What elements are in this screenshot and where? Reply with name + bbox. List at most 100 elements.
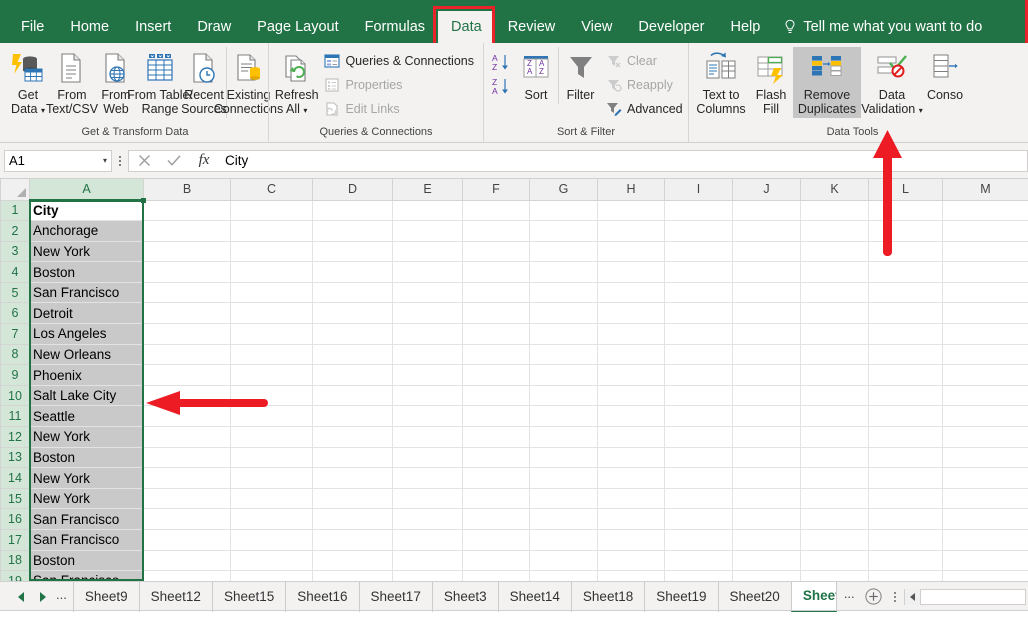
row-header-11[interactable]: 11 xyxy=(0,405,30,428)
cell-c14[interactable] xyxy=(230,467,313,489)
ribbon-tab-insert[interactable]: Insert xyxy=(122,11,184,43)
cell-b19[interactable] xyxy=(143,570,231,581)
cell-k7[interactable] xyxy=(800,323,869,345)
cell-j4[interactable] xyxy=(732,261,801,283)
cell-g15[interactable] xyxy=(529,487,598,510)
cell-a6[interactable]: Detroit xyxy=(29,302,144,325)
advanced-filter-button[interactable]: Advanced xyxy=(602,98,688,120)
cell-j18[interactable] xyxy=(732,549,801,572)
insert-function-fx-icon[interactable]: fx xyxy=(189,150,219,172)
remove-duplicates-button[interactable]: Remove Duplicates xyxy=(793,47,861,118)
cell-d9[interactable] xyxy=(312,364,393,386)
row-header-18[interactable]: 18 xyxy=(0,549,30,572)
sheet-tab-sheet12[interactable]: Sheet12 xyxy=(138,581,212,612)
cell-h15[interactable] xyxy=(597,487,665,510)
cell-c15[interactable] xyxy=(230,487,313,510)
cell-f5[interactable] xyxy=(462,281,530,304)
sheet-tab-sheet20[interactable]: Sheet20 xyxy=(717,581,791,612)
cell-b15[interactable] xyxy=(143,487,231,510)
cell-i1[interactable] xyxy=(664,199,733,222)
cell-h13[interactable] xyxy=(597,446,665,469)
from-web-button[interactable]: From Web xyxy=(94,47,138,118)
formula-input[interactable]: City xyxy=(219,149,1028,172)
cell-j19[interactable] xyxy=(732,570,801,581)
cell-j1[interactable] xyxy=(732,199,801,222)
cell-j7[interactable] xyxy=(732,323,801,345)
sheet-tabs-overflow[interactable]: ... xyxy=(837,586,862,607)
cell-h17[interactable] xyxy=(597,529,665,551)
cell-f2[interactable] xyxy=(462,220,530,242)
cell-l15[interactable] xyxy=(868,487,943,510)
scroll-left-icon[interactable] xyxy=(904,588,921,605)
tell-me-search[interactable]: Tell me what you want to do xyxy=(773,11,992,43)
cell-c12[interactable] xyxy=(230,426,313,448)
cell-d8[interactable] xyxy=(312,343,393,366)
edit-links-button[interactable]: Edit Links xyxy=(320,98,479,120)
cell-m9[interactable] xyxy=(942,364,1028,386)
cell-i10[interactable] xyxy=(664,384,733,407)
cell-g13[interactable] xyxy=(529,446,598,469)
cell-e15[interactable] xyxy=(392,487,463,510)
cell-e19[interactable] xyxy=(392,570,463,581)
cell-k11[interactable] xyxy=(800,405,869,428)
cell-k16[interactable] xyxy=(800,508,869,530)
select-all-corner[interactable] xyxy=(0,179,30,201)
cell-j9[interactable] xyxy=(732,364,801,386)
cell-a5[interactable]: San Francisco xyxy=(29,281,144,304)
cancel-x-icon[interactable] xyxy=(129,150,159,172)
cell-l7[interactable] xyxy=(868,323,943,345)
cell-e12[interactable] xyxy=(392,426,463,448)
cell-m16[interactable] xyxy=(942,508,1028,530)
cell-i13[interactable] xyxy=(664,446,733,469)
row-header-16[interactable]: 16 xyxy=(0,508,30,530)
cell-h2[interactable] xyxy=(597,220,665,242)
cell-a13[interactable]: Boston xyxy=(29,446,144,469)
cell-a3[interactable]: New York xyxy=(29,240,144,263)
reapply-filter-button[interactable]: Reapply xyxy=(602,74,688,96)
cell-k10[interactable] xyxy=(800,384,869,407)
text-to-columns-button[interactable]: Text to Columns xyxy=(693,47,749,118)
row-header-13[interactable]: 13 xyxy=(0,446,30,469)
cell-k19[interactable] xyxy=(800,570,869,581)
sheet-nav-more[interactable]: ... xyxy=(54,587,73,606)
cell-k1[interactable] xyxy=(800,199,869,222)
column-header-m[interactable]: M xyxy=(942,179,1028,201)
cell-c1[interactable] xyxy=(230,199,313,222)
cell-d16[interactable] xyxy=(312,508,393,530)
sort-a-to-z-icon[interactable]: AZ xyxy=(492,52,514,72)
cell-c8[interactable] xyxy=(230,343,313,366)
cell-l19[interactable] xyxy=(868,570,943,581)
cell-b12[interactable] xyxy=(143,426,231,448)
cell-f10[interactable] xyxy=(462,384,530,407)
queries-and-connections-button[interactable]: Queries & Connections xyxy=(320,50,479,72)
cell-c19[interactable] xyxy=(230,570,313,581)
cell-m5[interactable] xyxy=(942,281,1028,304)
column-header-g[interactable]: G xyxy=(529,179,598,201)
cell-d6[interactable] xyxy=(312,302,393,325)
cell-g9[interactable] xyxy=(529,364,598,386)
cell-g8[interactable] xyxy=(529,343,598,366)
ribbon-tab-data[interactable]: Data xyxy=(438,11,495,43)
row-header-19[interactable]: 19 xyxy=(0,570,30,581)
cell-j5[interactable] xyxy=(732,281,801,304)
cell-b9[interactable] xyxy=(143,364,231,386)
sheet-tab-sheet14[interactable]: Sheet14 xyxy=(497,581,571,612)
cell-k9[interactable] xyxy=(800,364,869,386)
column-header-h[interactable]: H xyxy=(597,179,665,201)
row-header-5[interactable]: 5 xyxy=(0,281,30,304)
column-header-i[interactable]: I xyxy=(664,179,733,201)
cell-k8[interactable] xyxy=(800,343,869,366)
cell-c9[interactable] xyxy=(230,364,313,386)
cell-a16[interactable]: San Francisco xyxy=(29,508,144,530)
cell-i4[interactable] xyxy=(664,261,733,283)
cell-l11[interactable] xyxy=(868,405,943,428)
ribbon-tab-help[interactable]: Help xyxy=(718,11,774,43)
cell-i15[interactable] xyxy=(664,487,733,510)
cell-b4[interactable] xyxy=(143,261,231,283)
ribbon-tab-home[interactable]: Home xyxy=(57,11,122,43)
column-header-d[interactable]: D xyxy=(312,179,393,201)
cell-i6[interactable] xyxy=(664,302,733,325)
cell-e18[interactable] xyxy=(392,549,463,572)
cell-b17[interactable] xyxy=(143,529,231,551)
cell-m14[interactable] xyxy=(942,467,1028,489)
